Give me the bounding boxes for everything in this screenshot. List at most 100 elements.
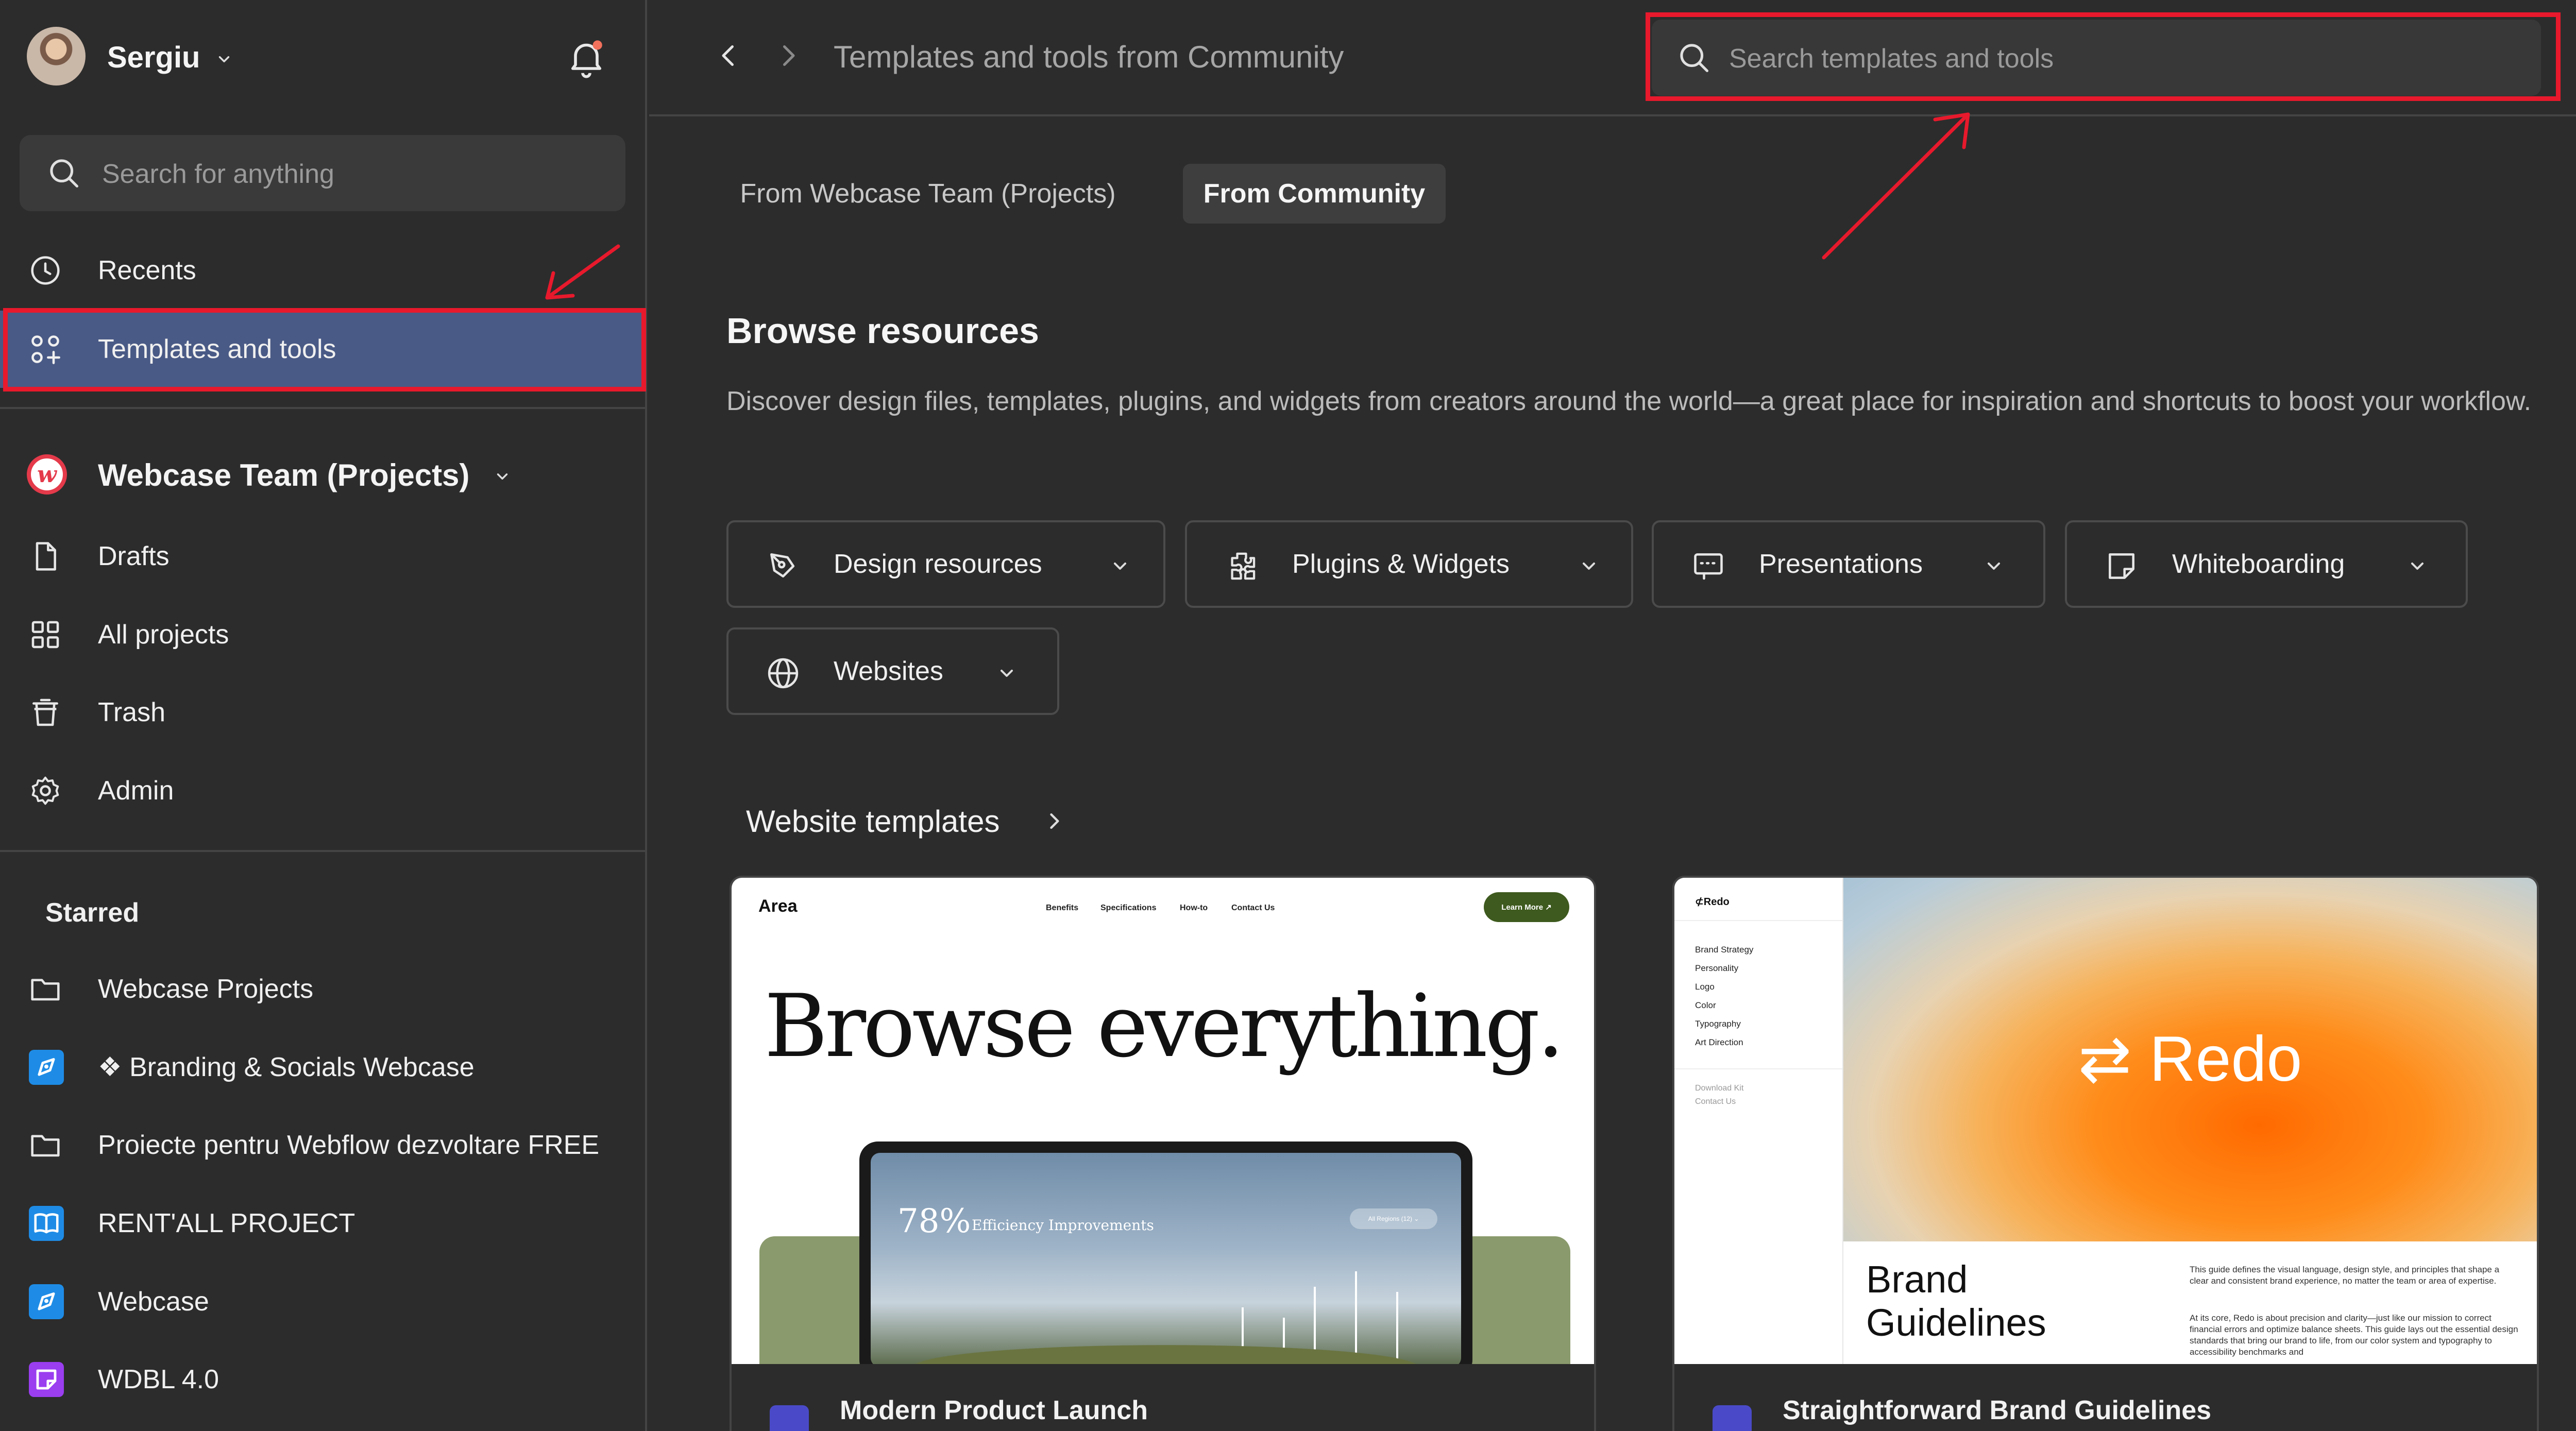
starred-item-label: Webcase <box>98 1287 209 1317</box>
back-arrow-icon[interactable] <box>713 40 744 71</box>
sidebar-item-label: Trash <box>98 697 165 727</box>
annotation-arrow <box>545 244 620 300</box>
sidebar-search-placeholder: Search for anything <box>102 159 334 189</box>
preview-menu-item: Brand Strategy <box>1695 945 1754 955</box>
sidebar-divider <box>0 407 645 409</box>
preview-cta: Learn More ↗ <box>1484 892 1569 922</box>
preview-menu-item: Logo <box>1695 982 1715 992</box>
preview-menu-item: Personality <box>1695 963 1739 973</box>
starred-item[interactable]: WDBL 4.0 <box>0 1341 645 1418</box>
preview-badge: All Regions (12) ⌄ <box>1350 1208 1437 1229</box>
category-label: Whiteboarding <box>2172 549 2345 579</box>
preview-link: Download Kit <box>1695 1084 1744 1093</box>
pen-icon <box>770 553 795 578</box>
folder-icon <box>31 979 60 1001</box>
header-divider <box>649 114 2576 116</box>
page-title: Templates and tools from Community <box>834 40 1344 74</box>
starred-item[interactable]: Proiecte pentru Webflow dezvoltare FREE <box>0 1106 645 1184</box>
clock-icon <box>31 256 60 285</box>
starred-item-label: WDBL 4.0 <box>98 1365 219 1394</box>
globe-icon <box>768 658 799 689</box>
sticky-note-icon <box>2109 553 2134 579</box>
preview-logo: Area <box>758 896 798 916</box>
tab-label: From Community <box>1203 179 1426 209</box>
template-card[interactable]: ⊄Redo Brand Strategy Personality Logo Co… <box>1672 876 2539 1431</box>
sidebar-item-label: All projects <box>98 620 229 650</box>
preview-nav-item: How-to <box>1180 904 1208 912</box>
preview-stat-label: Efficiency Improvements <box>972 1217 1154 1234</box>
preview-hero-title: ⇄ Redo <box>2078 1024 2302 1095</box>
search-icon <box>50 159 79 188</box>
tab-from-community[interactable]: From Community <box>1183 164 1446 224</box>
category-design-resources[interactable]: Design resources <box>726 520 1165 608</box>
sidebar-item-label: Templates and tools <box>98 334 336 364</box>
team-switcher[interactable]: w Webcase Team (Projects) <box>27 447 619 499</box>
preview-link: Contact Us <box>1695 1097 1736 1106</box>
category-label: Presentations <box>1759 549 1923 579</box>
category-label: Websites <box>834 656 943 686</box>
search-icon <box>1680 44 1709 73</box>
chevron-down-icon <box>1988 563 2000 570</box>
chevron-down-icon <box>2411 563 2424 570</box>
starred-item[interactable]: Webcase <box>0 1263 645 1340</box>
sidebar-item-admin[interactable]: Admin <box>0 752 645 829</box>
sidebar-item-trash[interactable]: Trash <box>0 674 645 751</box>
gear-icon <box>31 776 59 805</box>
sidebar-divider <box>0 850 645 852</box>
category-whiteboarding[interactable]: Whiteboarding <box>2065 520 2468 608</box>
whiteboard-file-icon <box>29 1362 64 1397</box>
preview-nav-item: Benefits <box>1046 904 1079 912</box>
plugin-icon <box>1231 552 1256 580</box>
starred-heading: Starred <box>45 898 140 928</box>
starred-item-label: RENT'ALL PROJECT <box>98 1208 355 1238</box>
template-preview: ⊄Redo Brand Strategy Personality Logo Co… <box>1674 878 2537 1364</box>
avatar <box>27 27 86 86</box>
forward-arrow-icon[interactable] <box>773 40 804 71</box>
preview-cta-label: Learn More ↗ <box>1501 903 1552 912</box>
chevron-down-icon <box>1583 563 1595 570</box>
category-presentations[interactable]: Presentations <box>1652 520 2045 608</box>
sidebar: Sergiu Search for anything Recents Templ… <box>0 0 647 1431</box>
sidebar-search-input[interactable]: Search for anything <box>20 135 625 211</box>
templates-search-input[interactable]: Search templates and tools <box>1652 20 2541 96</box>
preview-hero-gradient: ⇄ Redo <box>1843 878 2537 1241</box>
chevron-right-icon <box>1050 813 1059 829</box>
starred-item[interactable]: RENT'ALL PROJECT <box>0 1185 645 1262</box>
sidebar-item-drafts[interactable]: Drafts <box>0 518 645 595</box>
annotation-arrow <box>1822 112 1970 260</box>
preview-nav-item: Contact Us <box>1231 904 1275 912</box>
category-plugins-widgets[interactable]: Plugins & Widgets <box>1185 520 1633 608</box>
book-icon <box>29 1206 64 1241</box>
preview-nav-item: Specifications <box>1100 904 1157 912</box>
card-footer: Straightforward Brand Guidelines <box>1674 1364 2537 1431</box>
preview-body: This guide defines the visual language, … <box>2190 1265 2500 1286</box>
sidebar-item-label: Drafts <box>98 541 170 571</box>
preview-stat: 78% <box>897 1202 971 1240</box>
section-link-website-templates[interactable]: Website templates <box>746 802 1107 843</box>
template-card[interactable]: Area Benefits Specifications How-to Cont… <box>730 876 1596 1431</box>
starred-item[interactable]: Webcase Projects <box>0 950 645 1028</box>
user-menu[interactable]: Sergiu <box>27 26 253 87</box>
team-logo: w <box>27 454 67 495</box>
chevron-down-icon <box>1114 563 1126 570</box>
starred-item-label: Proiecte pentru Webflow dezvoltare FREE <box>98 1130 600 1160</box>
website-file-icon <box>770 1405 809 1431</box>
grid-icon <box>31 621 59 649</box>
card-footer: Modern Product Launch <box>732 1364 1594 1431</box>
sidebar-item-label: Recents <box>98 255 196 285</box>
bell-icon[interactable] <box>565 36 608 79</box>
browse-description: Discover design files, templates, plugin… <box>726 386 2532 416</box>
website-file-icon <box>1713 1405 1752 1431</box>
starred-item-label: Webcase Projects <box>98 974 314 1004</box>
template-preview: Area Benefits Specifications How-to Cont… <box>732 878 1594 1364</box>
design-file-icon <box>29 1050 64 1085</box>
starred-item[interactable]: ❖ Branding & Socials Webcase <box>0 1029 645 1106</box>
sidebar-item-templates-and-tools[interactable]: Templates and tools <box>0 311 645 388</box>
section-title: Website templates <box>746 804 1000 839</box>
preview-menu-item: Art Direction <box>1695 1037 1743 1047</box>
sidebar-item-all-projects[interactable]: All projects <box>0 596 645 673</box>
preview-side-panel: ⊄Redo Brand Strategy Personality Logo Co… <box>1674 878 1843 1364</box>
preview-logo: ⊄Redo <box>1695 896 1730 908</box>
category-websites[interactable]: Websites <box>726 627 1059 715</box>
tab-from-team[interactable]: From Webcase Team (Projects) <box>740 164 1116 224</box>
